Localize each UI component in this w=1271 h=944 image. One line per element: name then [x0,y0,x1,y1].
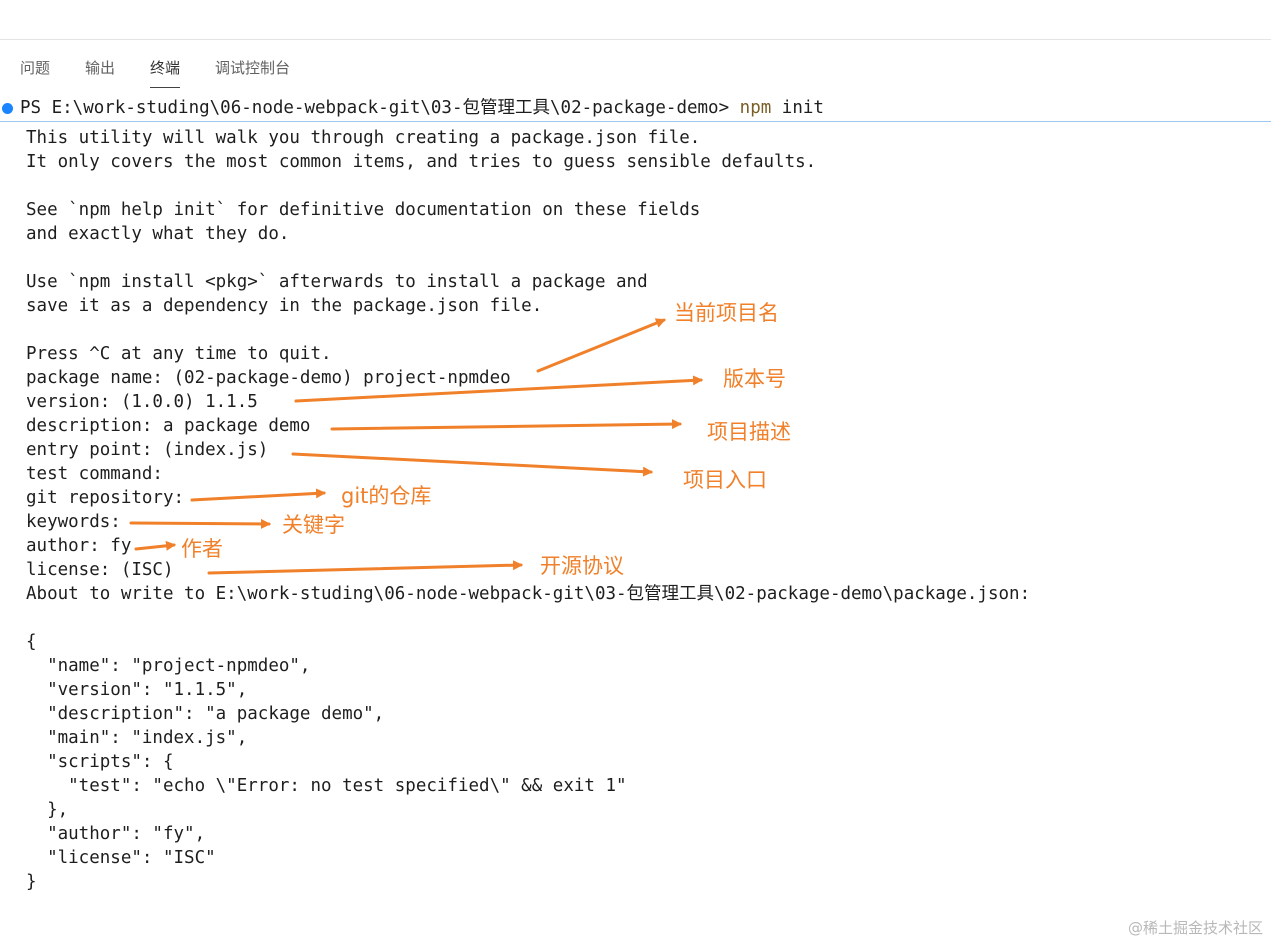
tab-problems[interactable]: 问题 [20,57,50,83]
terminal-line: "version": "1.1.5", [26,680,248,700]
tab-terminal[interactable]: 终端 [150,57,181,88]
terminal-panel: 问题 输出 终端 调试控制台 PS E:\work-studing\06-nod… [0,0,1271,944]
terminal-line: "license": "ISC" [26,848,216,868]
panel-tabs: 问题 输出 终端 调试控制台 [20,57,325,88]
terminal-line: entry point: (index.js) [26,440,269,460]
terminal-line: license: (ISC) [26,560,174,580]
annotation-description: 项目描述 [707,420,791,444]
terminal-line: { [26,632,37,652]
terminal-line: author: fy [26,536,132,556]
terminal-line: "scripts": { [26,752,174,772]
terminal-line: "main": "index.js", [26,728,248,748]
annotation-author: 作者 [181,537,223,561]
terminal-line: keywords: [26,512,121,532]
annotation-entry-point: 项目入口 [683,468,767,492]
command-separator [0,121,1271,122]
terminal-line: git repository: [26,488,185,508]
panel-top-border [0,39,1271,40]
annotation-project-name: 当前项目名 [674,301,779,325]
terminal-output[interactable]: This utility will walk you through creat… [26,126,1030,894]
terminal-line: Use `npm install <pkg>` afterwards to in… [26,272,648,292]
terminal-line: package name: (02-package-demo) project-… [26,368,511,388]
annotation-git-repository: git的仓库 [341,484,432,508]
annotation-version: 版本号 [723,367,786,391]
prompt-text: PS E:\work-studing\06-node-webpack-git\0… [20,96,824,120]
annotation-license: 开源协议 [540,554,624,578]
watermark: @稀土掘金技术社区 [1127,919,1263,937]
terminal-line: Press ^C at any time to quit. [26,344,332,364]
terminal-line: version: (1.0.0) 1.1.5 [26,392,258,412]
terminal-line: It only covers the most common items, an… [26,152,817,172]
prompt-command: npm [739,98,772,118]
tab-debug-console[interactable]: 调试控制台 [215,57,290,83]
terminal-line: This utility will walk you through creat… [26,128,701,148]
terminal-line: and exactly what they do. [26,224,290,244]
terminal-line: "description": "a package demo", [26,704,385,724]
prompt-path: PS E:\work-studing\06-node-webpack-git\0… [20,98,740,118]
terminal-line: } [26,872,37,892]
terminal-line: "author": "fy", [26,824,206,844]
terminal-line: "name": "project-npmdeo", [26,656,311,676]
command-decoration-dot-icon[interactable] [2,103,13,114]
prompt-args: init [771,98,824,118]
terminal-line: test command: [26,464,163,484]
terminal-line: description: a package demo [26,416,311,436]
terminal-line: About to write to E:\work-studing\06-nod… [26,584,1031,604]
tab-output[interactable]: 输出 [85,57,115,83]
terminal-line: "test": "echo \"Error: no test specified… [26,776,627,796]
prompt-line: PS E:\work-studing\06-node-webpack-git\0… [0,96,1271,120]
terminal-line: save it as a dependency in the package.j… [26,296,543,316]
terminal-line: }, [26,800,69,820]
terminal-line: See `npm help init` for definitive docum… [26,200,701,220]
annotation-keywords: 关键字 [282,513,345,537]
